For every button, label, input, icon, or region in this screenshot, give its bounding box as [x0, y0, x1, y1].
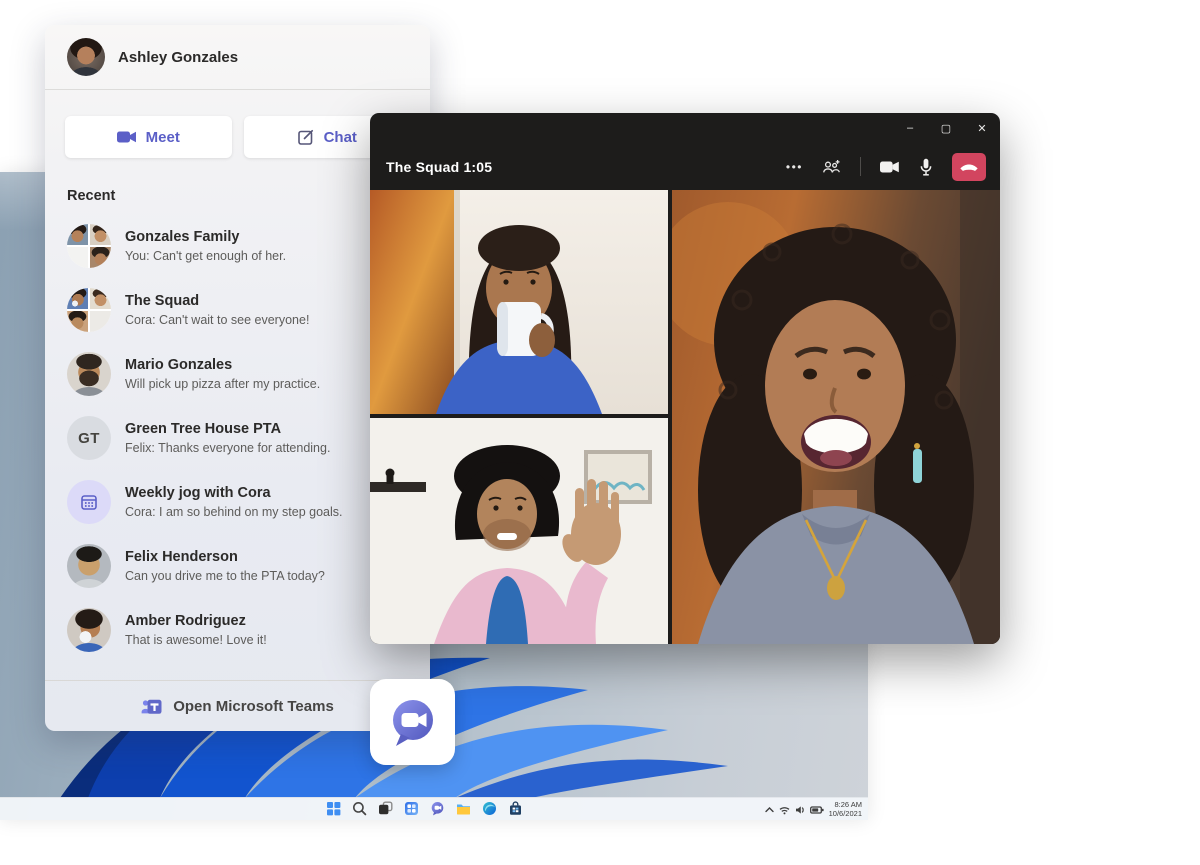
task-view-button[interactable] — [378, 801, 393, 816]
video-grid — [370, 190, 1000, 644]
flyout-header: Ashley Gonzales — [45, 25, 430, 90]
mic-icon — [919, 158, 933, 176]
video-tile-participant-3[interactable] — [672, 190, 1000, 644]
teams-logo-icon — [141, 696, 163, 716]
clock-date: 10/6/2021 — [829, 810, 862, 819]
close-button[interactable]: ✕ — [964, 113, 1000, 143]
meet-button-label: Meet — [146, 129, 180, 146]
chat-button-label: Chat — [324, 129, 357, 146]
close-icon: ✕ — [977, 122, 986, 135]
start-button[interactable] — [326, 801, 341, 816]
taskbar-clock[interactable]: 8:26 AM 10/6/2021 — [829, 801, 862, 818]
video-tile-participant-1[interactable] — [370, 190, 668, 414]
store-icon — [508, 801, 523, 816]
controls-divider — [860, 157, 861, 176]
window-titlebar[interactable]: – ▢ ✕ — [370, 113, 1000, 143]
chat-preview: Will pick up pizza after my practice. — [125, 376, 320, 392]
call-controls-bar: The Squad 1:05 ••• — [370, 143, 1000, 190]
add-people-button[interactable] — [822, 159, 841, 174]
group-avatar — [67, 224, 111, 268]
search-button[interactable] — [352, 801, 367, 816]
search-icon — [352, 801, 367, 816]
chat-preview: Felix: Thanks everyone for attending. — [125, 440, 330, 456]
chat-title: The Squad — [125, 292, 309, 310]
chat-title: Green Tree House PTA — [125, 420, 330, 438]
chat-preview: Cora: Can't wait to see everyone! — [125, 312, 309, 328]
video-camera-icon — [117, 130, 137, 144]
call-title: The Squad 1:05 — [386, 159, 492, 175]
ellipsis-icon: ••• — [786, 161, 803, 173]
chat-title: Amber Rodriguez — [125, 612, 267, 630]
participant-2-video — [370, 418, 668, 644]
taskbar: 8:26 AM 10/6/2021 — [0, 797, 868, 820]
file-explorer-icon — [456, 801, 471, 816]
teams-chat-launcher[interactable] — [370, 679, 455, 765]
maximize-button[interactable]: ▢ — [928, 113, 964, 143]
chat-preview: Cora: I am so behind on my step goals. — [125, 504, 342, 520]
chat-preview: That is awesome! Love it! — [125, 632, 267, 648]
add-people-icon — [822, 159, 841, 174]
chat-icon — [430, 801, 445, 816]
open-teams-label: Open Microsoft Teams — [173, 698, 334, 715]
edge-icon — [482, 801, 497, 816]
chat-preview: You: Can't get enough of her. — [125, 248, 286, 264]
compose-icon — [297, 128, 315, 146]
video-tile-participant-2[interactable] — [370, 418, 668, 644]
system-tray[interactable]: 8:26 AM 10/6/2021 — [765, 801, 862, 818]
minimize-button[interactable]: – — [892, 113, 928, 143]
call-controls: ••• — [786, 153, 986, 181]
wifi-icon — [779, 805, 790, 815]
chat-bubble-video-icon — [387, 696, 439, 748]
chat-title: Gonzales Family — [125, 228, 286, 246]
battery-icon — [810, 805, 824, 815]
widgets-icon — [404, 801, 419, 816]
chat-taskbar-button[interactable] — [430, 801, 445, 816]
chat-preview: Can you drive me to the PTA today? — [125, 568, 325, 584]
widgets-button[interactable] — [404, 801, 419, 816]
user-name: Ashley Gonzales — [118, 49, 238, 66]
screenshot-canvas: 8:26 AM 10/6/2021 Ashley Gonzales Meet C… — [0, 0, 1200, 865]
calendar-icon — [79, 492, 99, 512]
calendar-avatar — [67, 480, 111, 524]
contact-avatar — [67, 608, 111, 652]
chat-title: Felix Henderson — [125, 548, 325, 566]
hang-up-button[interactable] — [952, 153, 986, 181]
file-explorer-button[interactable] — [456, 801, 471, 816]
task-view-icon — [378, 801, 393, 816]
edge-button[interactable] — [482, 801, 497, 816]
chat-title: Weekly jog with Cora — [125, 484, 342, 502]
chevron-up-icon — [765, 806, 774, 814]
contact-avatar — [67, 352, 111, 396]
user-avatar — [67, 38, 105, 76]
microphone-button[interactable] — [919, 158, 933, 176]
start-icon — [326, 801, 341, 816]
initials-avatar: GT — [67, 416, 111, 460]
call-window: – ▢ ✕ The Squad 1:05 ••• — [370, 113, 1000, 644]
more-options-button[interactable]: ••• — [786, 161, 803, 173]
participant-1-video — [370, 190, 668, 414]
group-avatar — [67, 288, 111, 332]
store-button[interactable] — [508, 801, 523, 816]
chat-title: Mario Gonzales — [125, 356, 320, 374]
meet-button[interactable]: Meet — [65, 116, 232, 158]
camera-button[interactable] — [880, 160, 900, 174]
contact-avatar — [67, 544, 111, 588]
hang-up-icon — [959, 161, 979, 172]
participant-3-video — [672, 190, 1000, 644]
taskbar-icons — [326, 801, 523, 816]
volume-icon — [795, 805, 805, 815]
minimize-icon: – — [907, 122, 913, 134]
maximize-icon: ▢ — [941, 122, 951, 135]
camera-icon — [880, 160, 900, 174]
